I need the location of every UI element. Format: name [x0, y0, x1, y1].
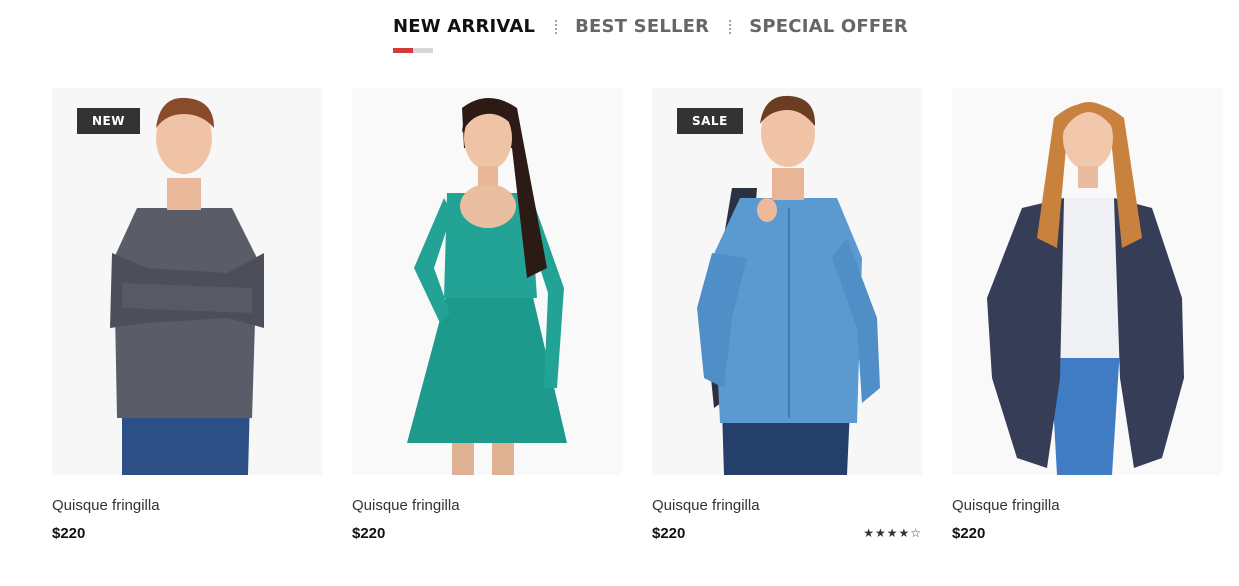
product-image[interactable]: SALE	[652, 88, 922, 475]
tab-special-offer[interactable]: SPECIAL OFFER	[749, 14, 908, 40]
man-grey-sweater-image	[52, 88, 322, 475]
sale-badge: SALE	[677, 108, 743, 134]
product-price: $220	[352, 524, 386, 542]
product-price: $220	[52, 524, 86, 542]
product-image[interactable]: NEW	[52, 88, 322, 475]
product-price: $220	[652, 524, 686, 542]
tab-separator	[555, 19, 558, 35]
price-row: $220	[352, 523, 622, 543]
product-image[interactable]	[352, 88, 622, 475]
product-price: $220	[952, 524, 986, 542]
product-grid: NEW Quisque fringilla $220 Quisque fring…	[52, 88, 1222, 543]
new-badge: NEW	[77, 108, 140, 134]
woman-teal-dress-image	[352, 88, 622, 475]
product-tabs: NEW ARRIVAL BEST SELLER SPECIAL OFFER	[0, 0, 1239, 60]
price-row: $220	[952, 523, 1222, 543]
product-card: SALE Quisque fringilla $220 ★★★★☆	[652, 88, 922, 543]
product-name[interactable]: Quisque fringilla	[352, 496, 622, 516]
product-name[interactable]: Quisque fringilla	[652, 496, 922, 516]
active-tab-indicator	[393, 48, 433, 53]
star-rating: ★★★★☆	[863, 526, 922, 540]
price-row: $220 ★★★★☆	[652, 523, 922, 543]
tab-best-seller[interactable]: BEST SELLER	[575, 14, 709, 40]
product-name[interactable]: Quisque fringilla	[52, 496, 322, 516]
tab-new-arrival[interactable]: NEW ARRIVAL	[393, 14, 535, 40]
product-image[interactable]	[952, 88, 1222, 475]
woman-navy-cardigan-image	[952, 88, 1222, 475]
product-card: Quisque fringilla $220	[352, 88, 622, 543]
product-name[interactable]: Quisque fringilla	[952, 496, 1222, 516]
man-blue-shirt-image	[652, 88, 922, 475]
product-card: NEW Quisque fringilla $220	[52, 88, 322, 543]
indicator-track	[413, 48, 433, 53]
price-row: $220	[52, 523, 322, 543]
product-card: Quisque fringilla $220	[952, 88, 1222, 543]
tab-list: NEW ARRIVAL BEST SELLER SPECIAL OFFER	[393, 14, 908, 40]
indicator-accent	[393, 48, 413, 53]
tab-separator	[729, 19, 732, 35]
